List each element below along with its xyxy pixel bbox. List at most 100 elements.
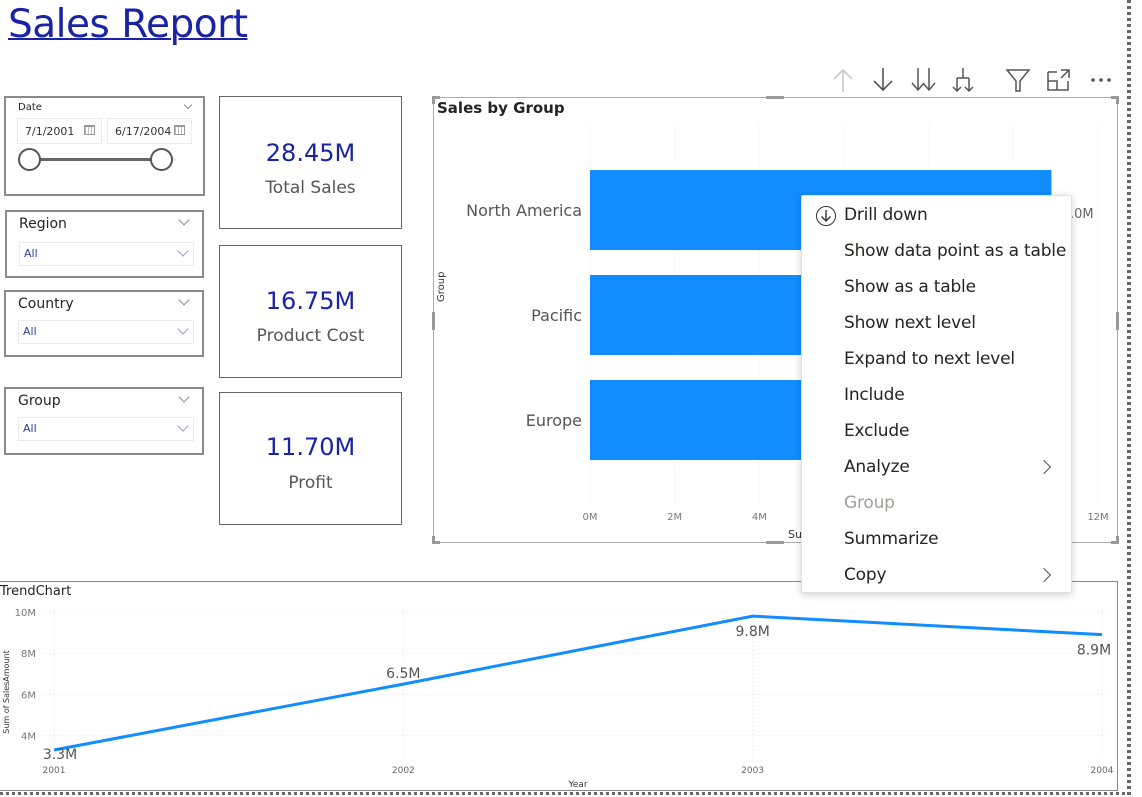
group-value: All [23,422,37,435]
chevron-down-icon[interactable] [178,214,190,226]
country-slicer-label: Country [18,296,74,312]
x-tick-label: 0M [583,512,598,523]
y-axis-title: Sum of SalesAmount [2,650,11,733]
end-date-input[interactable]: 6/17/2004 [107,118,192,144]
calendar-icon[interactable] [84,125,95,135]
card-label: Total Sales [265,178,356,198]
data-label: 9.8M [735,624,769,640]
canvas-border [1127,0,1131,797]
menu-item-label: Exclude [844,421,910,441]
category-label: Pacific [531,306,582,325]
series-line [53,614,1103,752]
start-date-input[interactable]: 7/1/2001 [17,118,102,144]
region-slicer: Region All [5,210,204,278]
x-tick-label: 2004 [1091,766,1114,776]
expand-next-level-icon[interactable] [948,66,978,94]
menu-item-show-as-a-table[interactable]: Show as a table [802,270,1071,306]
country-dropdown[interactable]: All [18,320,194,344]
chevron-right-icon [1036,459,1052,475]
card-label: Product Cost [256,326,365,346]
report-title-link[interactable]: Sales Report [8,2,248,47]
calendar-icon[interactable] [174,125,185,135]
menu-item-label: Summarize [844,529,939,549]
menu-item-analyze[interactable]: Analyze [802,450,1071,486]
menu-item-label: Group [844,493,895,513]
menu-item-label: Expand to next level [844,349,1015,369]
profit-card[interactable]: 11.70M Profit [219,392,402,525]
drill-down-icon[interactable] [868,66,898,94]
x-tick-label: 2002 [392,766,415,776]
y-tick-label: 6M [21,690,36,701]
end-date-value: 6/17/2004 [115,125,172,138]
region-value: All [24,247,38,260]
card-value: 16.75M [265,287,356,315]
chevron-down-icon[interactable] [178,391,190,403]
card-label: Profit [288,473,333,493]
total-sales-card[interactable]: 28.45M Total Sales [219,96,402,229]
group-dropdown[interactable]: All [18,417,194,441]
drill-up-icon[interactable] [828,66,858,94]
region-slicer-label: Region [19,216,67,232]
drill-down-circle-icon [816,206,836,226]
data-label: 3.3M [43,747,77,763]
x-tick-label: 2003 [741,766,764,776]
country-value: All [23,325,37,338]
more-options-icon[interactable] [1086,66,1116,94]
group-slicer-label: Group [18,393,61,409]
menu-item-show-data-point-as-a-table[interactable]: Show data point as a table [802,234,1071,270]
focus-mode-icon[interactable] [1043,66,1073,94]
category-label: North America [466,201,582,220]
go-to-next-level-icon[interactable] [908,66,938,94]
category-label: Europe [526,411,582,430]
menu-item-label: Copy [844,565,887,585]
chevron-down-icon [177,323,189,335]
menu-item-summarize[interactable]: Summarize [802,522,1071,558]
data-label: 6.5M [386,666,420,682]
country-slicer: Country All [4,290,204,357]
menu-item-include[interactable]: Include [802,378,1071,414]
filter-icon[interactable] [1003,66,1033,94]
range-start-handle[interactable] [18,148,41,171]
y-tick-label: 10M [15,608,36,619]
canvas-border [0,792,1131,795]
menu-item-label: Include [844,385,905,405]
menu-item-group: Group [802,486,1071,522]
range-end-handle[interactable] [150,148,173,171]
menu-item-copy[interactable]: Copy [802,558,1071,594]
product-cost-card[interactable]: 16.75M Product Cost [219,245,402,378]
chevron-down-icon [177,245,189,257]
chevron-down-icon[interactable] [178,294,190,306]
context-menu: Drill down Show data point as a table Show… [801,195,1072,593]
group-slicer: Group All [4,387,204,455]
y-tick-label: 4M [21,732,36,743]
menu-item-label: Drill down [844,205,928,225]
x-tick-label: 2M [667,512,682,523]
card-value: 28.45M [265,139,356,167]
region-dropdown[interactable]: All [19,242,194,266]
trend-chart-visual[interactable]: TrendChart 4M 6M 8M 10M 2001 2002 2003 2004 3.3M… [0,581,1118,791]
y-tick-label: 8M [21,649,36,660]
x-tick-label: 4M [752,512,767,523]
menu-item-label: Show next level [844,313,976,333]
menu-item-expand-to-next-level[interactable]: Expand to next level [802,342,1071,378]
date-slicer-label: Date [18,102,42,113]
start-date-value: 7/1/2001 [25,125,75,138]
menu-item-drill-down[interactable]: Drill down [802,198,1071,234]
menu-item-label: Show as a table [844,277,976,297]
menu-item-show-next-level[interactable]: Show next level [802,306,1071,342]
card-value: 11.70M [265,433,356,461]
date-range-track[interactable] [30,158,166,161]
data-label: 8.9M [1077,643,1111,659]
menu-item-label: Analyze [844,457,910,477]
chevron-down-icon [177,420,189,432]
x-tick-label: 12M [1087,512,1108,523]
visual-header-toolbar [828,66,1118,94]
date-slicer: Date 7/1/2001 6/17/2004 [4,96,205,196]
x-axis-title: Su [788,528,802,541]
line-chart-plot: 4M 6M 8M 10M 2001 2002 2003 2004 3.3M 6.5M 9.8M 8.9… [2,608,1114,790]
x-tick-label: 2001 [43,766,66,776]
menu-item-exclude[interactable]: Exclude [802,414,1071,450]
chevron-right-icon [1036,567,1052,583]
x-axis-title: Year [567,780,587,790]
chevron-down-icon[interactable] [183,100,193,110]
